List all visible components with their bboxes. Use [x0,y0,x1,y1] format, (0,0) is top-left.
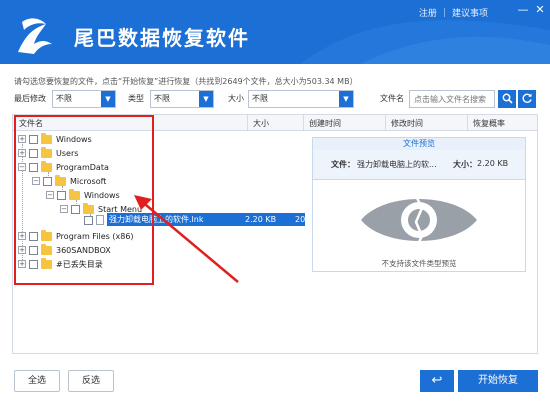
scan-summary-text: 请勾选您要恢复的文件，点击“开始恢复”进行恢复（共找到2649个文件，总大小为5… [14,77,358,86]
type-filter-label: 类型 [128,94,144,103]
preview-size-value: 2.20 KB [477,159,509,168]
size-filter-label: 大小 [228,94,244,103]
size-filter-select[interactable]: 不限 ▼ [248,90,354,108]
column-divider [385,115,386,131]
preview-size-label: 大小： [453,160,477,169]
refresh-button[interactable] [518,90,536,108]
type-filter-value: 不限 [154,94,170,103]
app-title: 尾巴数据恢复软件 [74,26,250,50]
column-header-recovery[interactable]: 恢复概率 [473,118,505,129]
modified-filter-label: 最后修改 [14,94,46,103]
minimize-button[interactable]: — [516,3,530,17]
preview-body: 不支持该文件类型预览 [313,180,525,272]
chevron-down-icon: ▼ [199,91,213,107]
size-filter-value: 不限 [252,94,268,103]
modified-filter-select[interactable]: 不限 ▼ [52,90,116,108]
filter-bar: 最后修改 不限 ▼ 类型 不限 ▼ 大小 不限 ▼ 文件名 [0,88,550,110]
header-separator: | [442,7,446,18]
unsupported-preview-eye-icon [361,182,477,258]
file-size: 2.20 KB [245,215,277,224]
chevron-down-icon: ▼ [101,91,115,107]
search-icon [502,93,513,104]
app-logo-icon [18,18,52,54]
annotation-highlight-box [14,115,154,285]
header-links: 注册 | 建议事项 [419,6,488,20]
refresh-icon [522,93,532,103]
filename-search-label: 文件名 [380,94,404,103]
filename-search-input[interactable] [409,90,495,108]
column-header-created[interactable]: 创建时间 [309,118,341,129]
preview-title: 文件预览 [313,138,525,150]
register-link[interactable]: 注册 [419,6,437,19]
select-all-button[interactable]: 全选 [14,370,60,392]
invert-selection-button[interactable]: 反选 [68,370,114,392]
column-divider [247,115,248,131]
app-header: 尾巴数据恢复软件 注册 | 建议事项 — ✕ [0,0,550,64]
back-button[interactable]: ↩ [420,370,454,392]
preview-unsupported-message: 不支持该文件类型预览 [381,259,457,268]
column-header-modified[interactable]: 修改时间 [391,118,423,129]
back-arrow-icon: ↩ [431,373,443,388]
chevron-down-icon: ▼ [339,91,353,107]
file-created: 20 [295,215,306,224]
preview-file-value: 强力卸载电脑上的软... [357,160,437,169]
type-filter-select[interactable]: 不限 ▼ [150,90,214,108]
column-header-size[interactable]: 大小 [253,118,269,129]
column-divider [467,115,468,131]
close-button[interactable]: ✕ [533,3,547,17]
suggestions-link[interactable]: 建议事项 [452,6,488,19]
file-preview-panel: 文件预览 文件： 强力卸载电脑上的软... 大小： 2.20 KB 不支持该文件… [312,137,526,272]
preview-meta: 文件： 强力卸载电脑上的软... 大小： 2.20 KB [313,150,525,180]
modified-filter-value: 不限 [56,94,72,103]
column-divider [303,115,304,131]
preview-file-label: 文件： [331,160,355,169]
start-recovery-button[interactable]: 开始恢复 [458,370,538,392]
search-button[interactable] [498,90,516,108]
